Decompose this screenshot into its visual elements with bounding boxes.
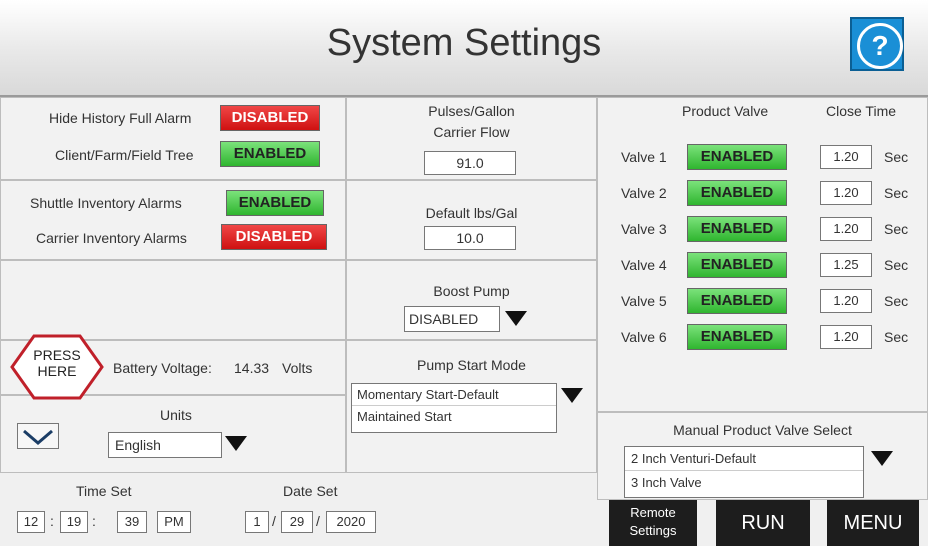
- date-set-label: Date Set: [283, 483, 338, 499]
- boost-pump-title: Boost Pump: [433, 283, 510, 299]
- question-mark-icon: ?: [857, 23, 903, 69]
- time-separator: :: [50, 513, 54, 529]
- valve-label: Valve 3: [621, 221, 667, 237]
- remote-settings-button[interactable]: Remote Settings: [609, 500, 697, 546]
- valve-close-time-input[interactable]: 1.20: [820, 325, 872, 349]
- cff-tree-toggle[interactable]: ENABLED: [220, 141, 320, 167]
- valve-row-1: Valve 1 ENABLED 1.20 Sec: [597, 143, 928, 171]
- cff-tree-label: Client/Farm/Field Tree: [55, 147, 194, 163]
- triangle-down-icon: [225, 436, 247, 451]
- valve-label: Valve 6: [621, 329, 667, 345]
- product-valve-header: Product Valve: [682, 103, 769, 119]
- valve-close-time-input[interactable]: 1.20: [820, 217, 872, 241]
- valve-close-time-input[interactable]: 1.20: [820, 145, 872, 169]
- date-month-input[interactable]: 1: [245, 511, 269, 533]
- valve-label: Valve 2: [621, 185, 667, 201]
- units-collapse-button[interactable]: [17, 423, 59, 449]
- valve-unit: Sec: [884, 293, 909, 309]
- pump-start-dropdown-arrow[interactable]: [558, 384, 586, 406]
- manual-valve-title: Manual Product Valve Select: [673, 422, 852, 438]
- press-here-line1: PRESS: [33, 347, 81, 363]
- time-ampm-input[interactable]: PM: [157, 511, 191, 533]
- valve-close-time-input[interactable]: 1.20: [820, 289, 872, 313]
- valve-row-5: Valve 5 ENABLED 1.20 Sec: [597, 287, 928, 315]
- units-select[interactable]: English: [108, 432, 222, 458]
- manual-valve-dropdown-arrow[interactable]: [868, 447, 896, 469]
- date-year-input[interactable]: 2020: [326, 511, 376, 533]
- hide-history-label: Hide History Full Alarm: [49, 110, 192, 126]
- chevron-down-icon: [23, 429, 53, 445]
- triangle-down-icon: [871, 451, 893, 466]
- valve-close-time-input[interactable]: 1.25: [820, 253, 872, 277]
- remote-settings-line2: Settings: [629, 523, 677, 538]
- run-button[interactable]: RUN: [716, 500, 810, 546]
- valve-status-toggle[interactable]: ENABLED: [687, 144, 787, 170]
- triangle-down-icon: [505, 311, 527, 326]
- carrier-inventory-toggle[interactable]: DISABLED: [221, 224, 327, 250]
- valve-status-toggle[interactable]: ENABLED: [687, 180, 787, 206]
- close-time-header: Close Time: [826, 103, 897, 119]
- valve-unit: Sec: [884, 329, 909, 345]
- units-label: Units: [160, 407, 192, 423]
- valve-status-toggle[interactable]: ENABLED: [687, 252, 787, 278]
- press-here-line2: HERE: [37, 363, 77, 379]
- battery-value: 14.33: [234, 360, 270, 376]
- boost-pump-dropdown-arrow[interactable]: [502, 307, 530, 329]
- pump-start-option[interactable]: Maintained Start: [352, 406, 556, 427]
- time-hour-input[interactable]: 12: [17, 511, 45, 533]
- hide-history-toggle[interactable]: DISABLED: [220, 105, 320, 131]
- valve-close-time-input[interactable]: 1.20: [820, 181, 872, 205]
- boost-pump-select[interactable]: DISABLED: [404, 306, 500, 332]
- help-button[interactable]: ?: [850, 17, 904, 71]
- press-here-button[interactable]: PRESS HERE: [10, 334, 104, 400]
- valve-status-toggle[interactable]: ENABLED: [687, 288, 787, 314]
- pulses-title-line1: Pulses/Gallon: [428, 103, 515, 119]
- valve-unit: Sec: [884, 257, 909, 273]
- pump-start-list: Momentary Start-Default Maintained Start: [351, 383, 557, 433]
- pulses-title-line2: Carrier Flow: [433, 124, 510, 140]
- valve-unit: Sec: [884, 149, 909, 165]
- time-second-input[interactable]: 39: [117, 511, 147, 533]
- valve-label: Valve 4: [621, 257, 667, 273]
- units-dropdown-arrow[interactable]: [222, 432, 250, 454]
- battery-label: Battery Voltage:: [113, 360, 212, 376]
- time-minute-input[interactable]: 19: [60, 511, 88, 533]
- time-set-label: Time Set: [76, 483, 132, 499]
- date-separator: /: [316, 513, 320, 529]
- valve-row-3: Valve 3 ENABLED 1.20 Sec: [597, 215, 928, 243]
- valve-row-6: Valve 6 ENABLED 1.20 Sec: [597, 323, 928, 351]
- page-title: System Settings: [326, 22, 602, 64]
- pump-start-option[interactable]: Momentary Start-Default: [352, 384, 556, 406]
- valve-status-toggle[interactable]: ENABLED: [687, 216, 787, 242]
- default-lbs-title: Default lbs/Gal: [425, 205, 518, 221]
- date-separator: /: [272, 513, 276, 529]
- valve-unit: Sec: [884, 221, 909, 237]
- valve-label: Valve 1: [621, 149, 667, 165]
- empty-panel: [0, 260, 346, 340]
- valve-row-4: Valve 4 ENABLED 1.25 Sec: [597, 251, 928, 279]
- valve-label: Valve 5: [621, 293, 667, 309]
- manual-valve-option[interactable]: 3 Inch Valve: [625, 471, 863, 494]
- shuttle-inventory-toggle[interactable]: ENABLED: [226, 190, 324, 216]
- manual-valve-option[interactable]: 2 Inch Venturi-Default: [625, 447, 863, 471]
- pulses-input[interactable]: 91.0: [424, 151, 516, 175]
- valve-unit: Sec: [884, 185, 909, 201]
- menu-button[interactable]: MENU: [827, 500, 919, 546]
- manual-valve-list: 2 Inch Venturi-Default 3 Inch Valve: [624, 446, 864, 498]
- default-lbs-input[interactable]: 10.0: [424, 226, 516, 250]
- remote-settings-line1: Remote: [630, 505, 676, 520]
- pump-start-title: Pump Start Mode: [417, 357, 526, 373]
- valve-row-2: Valve 2 ENABLED 1.20 Sec: [597, 179, 928, 207]
- date-day-input[interactable]: 29: [281, 511, 313, 533]
- triangle-down-icon: [561, 388, 583, 403]
- shuttle-inventory-label: Shuttle Inventory Alarms: [30, 195, 182, 211]
- battery-unit: Volts: [282, 360, 313, 376]
- valve-status-toggle[interactable]: ENABLED: [687, 324, 787, 350]
- carrier-inventory-label: Carrier Inventory Alarms: [36, 230, 187, 246]
- time-separator: :: [92, 513, 96, 529]
